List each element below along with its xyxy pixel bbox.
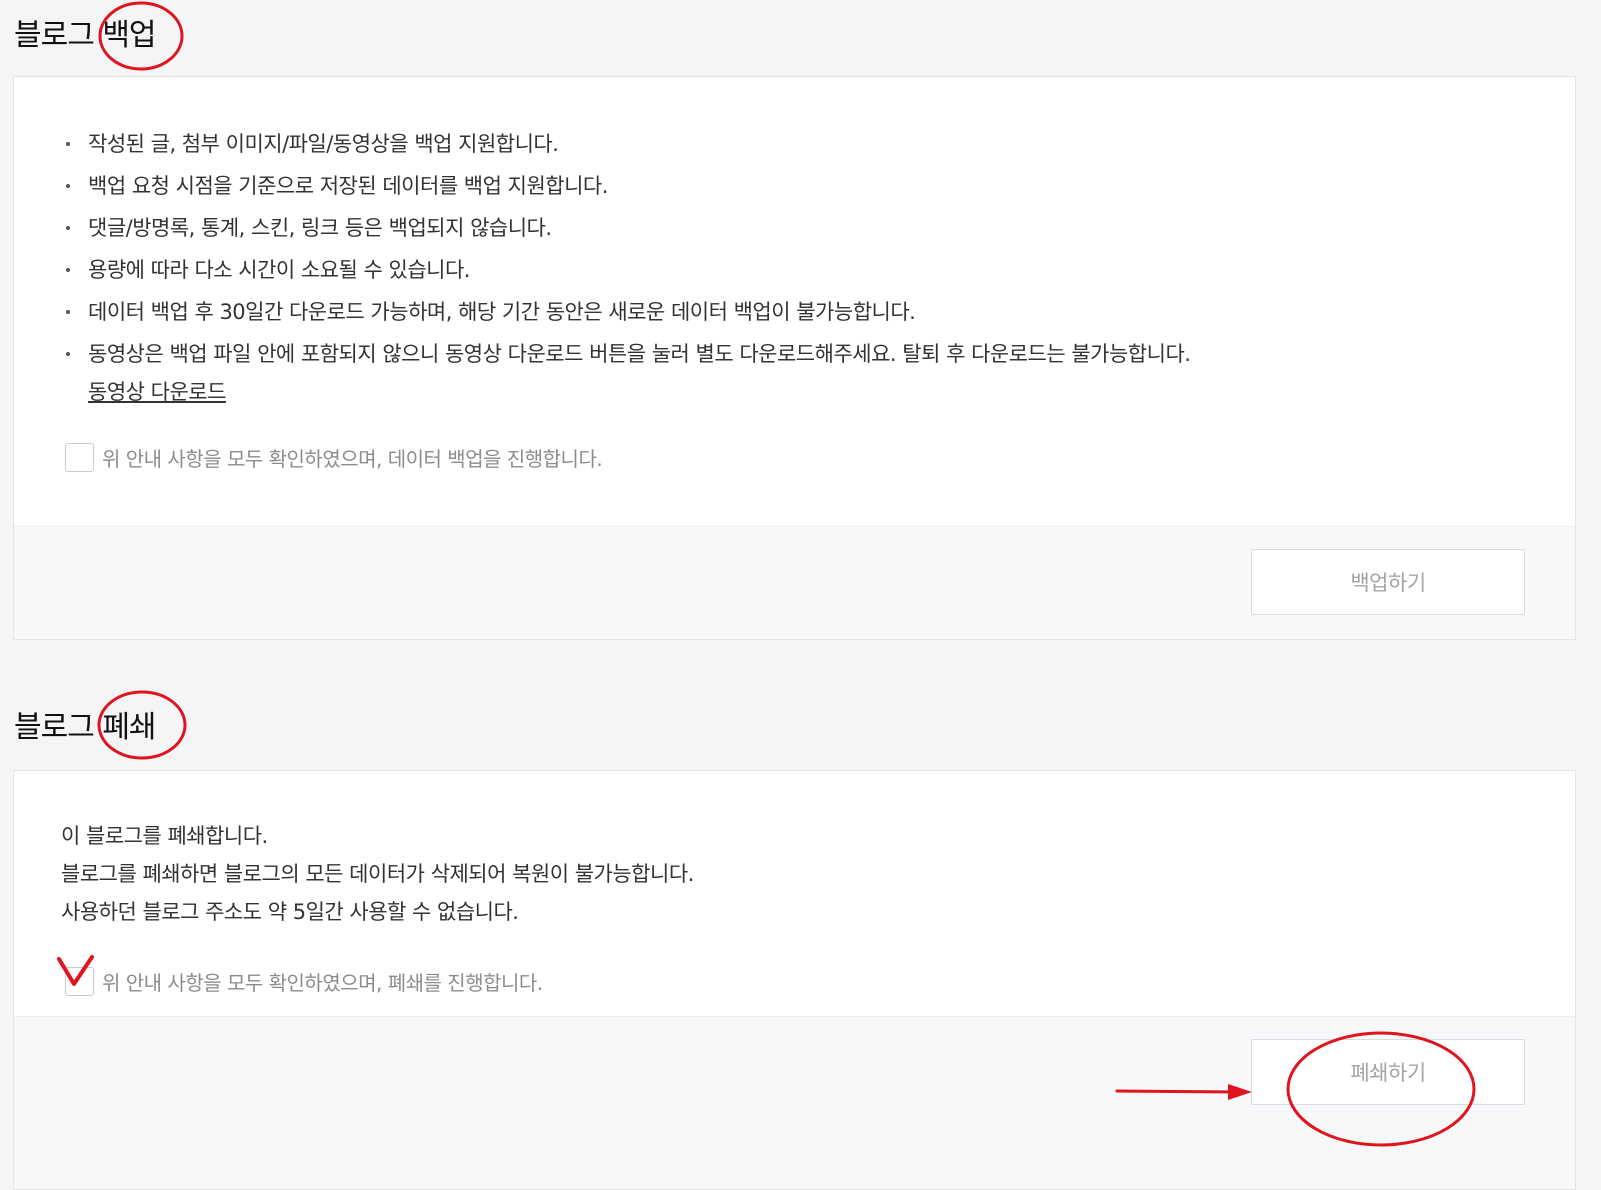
- backup-card-footer: 백업하기: [14, 526, 1575, 639]
- backup-button[interactable]: 백업하기: [1251, 549, 1525, 615]
- backup-info-list: 작성된 글, 첨부 이미지/파일/동영상을 백업 지원합니다. 백업 요청 시점…: [64, 123, 1191, 409]
- backup-confirm-label: 위 안내 사항을 모두 확인하였으며, 데이터 백업을 진행합니다.: [102, 447, 603, 471]
- close-card: 이 블로그를 폐쇄합니다. 블로그를 폐쇄하면 블로그의 모든 데이터가 삭제되…: [13, 770, 1576, 1190]
- close-description: 이 블로그를 폐쇄합니다. 블로그를 폐쇄하면 블로그의 모든 데이터가 삭제되…: [61, 817, 694, 931]
- list-item: 동영상은 백업 파일 안에 포함되지 않으니 동영상 다운로드 버튼을 눌러 별…: [64, 333, 1191, 409]
- list-item: 작성된 글, 첨부 이미지/파일/동영상을 백업 지원합니다.: [64, 123, 1190, 165]
- list-item: 데이터 백업 후 30일간 다운로드 가능하며, 해당 기간 동안은 새로운 데…: [64, 291, 1190, 333]
- backup-confirm-checkbox[interactable]: [65, 443, 94, 472]
- backup-section-title: 블로그 백업: [14, 18, 157, 53]
- close-line: 블로그를 폐쇄하면 블로그의 모든 데이터가 삭제되어 복원이 불가능합니다.: [61, 862, 694, 886]
- close-line: 이 블로그를 폐쇄합니다.: [61, 824, 268, 848]
- close-section-title: 블로그 폐쇄: [14, 710, 157, 745]
- close-line: 사용하던 블로그 주소도 약 5일간 사용할 수 없습니다.: [61, 900, 519, 924]
- close-confirm-row[interactable]: 위 안내 사항을 모두 확인하였으며, 폐쇄를 진행합니다.: [65, 967, 543, 996]
- backup-card: 작성된 글, 첨부 이미지/파일/동영상을 백업 지원합니다. 백업 요청 시점…: [13, 76, 1576, 640]
- backup-confirm-row[interactable]: 위 안내 사항을 모두 확인하였으며, 데이터 백업을 진행합니다.: [65, 443, 603, 472]
- list-item: 백업 요청 시점을 기준으로 저장된 데이터를 백업 지원합니다.: [64, 165, 1190, 207]
- close-card-footer: 폐쇄하기: [14, 1016, 1575, 1189]
- list-item-text: 동영상은 백업 파일 안에 포함되지 않으니 동영상 다운로드 버튼을 눌러 별…: [88, 342, 1191, 366]
- close-button[interactable]: 폐쇄하기: [1251, 1039, 1525, 1105]
- close-confirm-label: 위 안내 사항을 모두 확인하였으며, 폐쇄를 진행합니다.: [102, 971, 543, 995]
- close-confirm-checkbox[interactable]: [65, 967, 94, 996]
- video-download-link[interactable]: 동영상 다운로드: [88, 375, 1190, 409]
- list-item: 댓글/방명록, 통계, 스킨, 링크 등은 백업되지 않습니다.: [64, 207, 1190, 249]
- list-item: 용량에 따라 다소 시간이 소요될 수 있습니다.: [64, 249, 1190, 291]
